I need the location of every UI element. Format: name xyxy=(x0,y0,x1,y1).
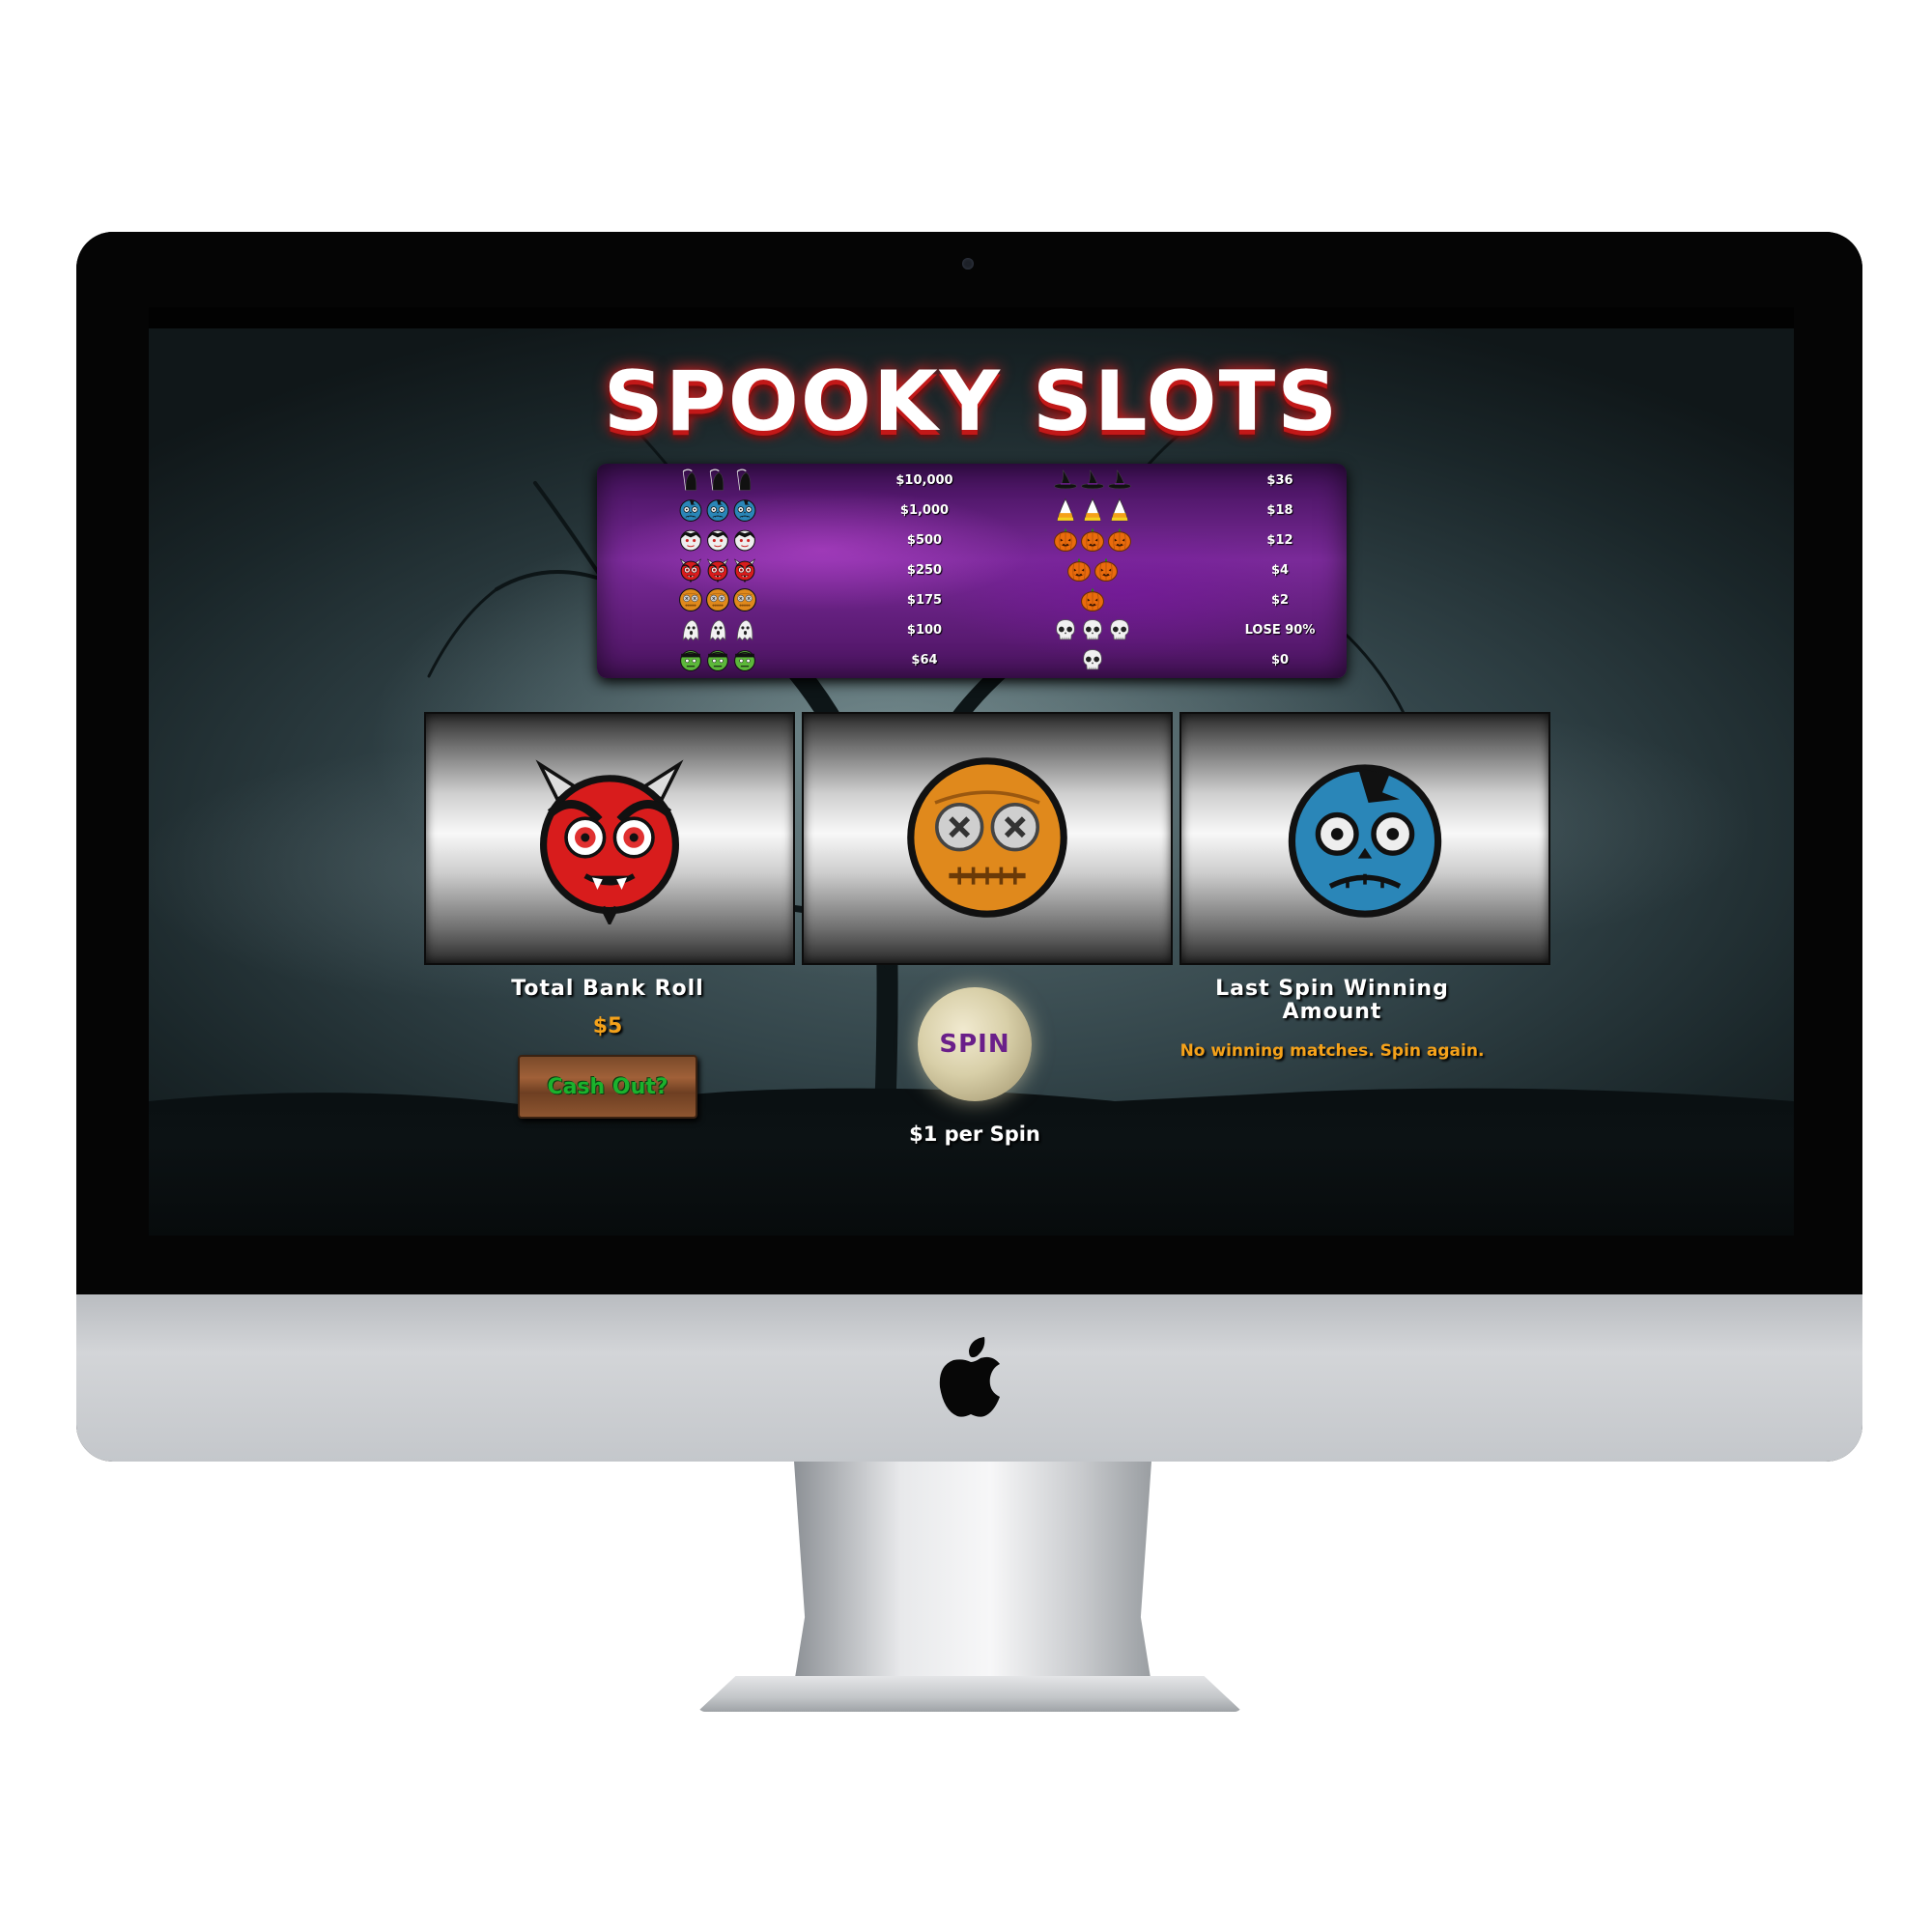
game-title: SPOOKY SLOTS xyxy=(603,354,1340,450)
paytable-row: $10,000 xyxy=(678,466,953,495)
last-spin-message: No winning matches. Spin again. xyxy=(1179,1041,1485,1061)
paytable-row: $12 xyxy=(1053,526,1343,554)
spin-label: SPIN xyxy=(939,1030,1010,1059)
witch-hat-icon xyxy=(1053,468,1078,493)
skull-icon xyxy=(1107,617,1132,642)
spin-cost-label: $1 per Spin xyxy=(909,1122,1040,1146)
payout-value: $4 xyxy=(1270,562,1290,578)
reel-1 xyxy=(424,712,795,965)
paytable-row: $4 xyxy=(1066,555,1343,584)
zombie-icon xyxy=(1273,751,1457,924)
voodoo-icon xyxy=(705,587,730,612)
frankenstein-icon xyxy=(705,647,730,672)
payout-value: $250 xyxy=(906,562,943,578)
paytable-row: $175 xyxy=(678,585,942,614)
paytable-row: $1,000 xyxy=(678,496,949,525)
payout-value: $36 xyxy=(1266,472,1293,488)
skull-icon xyxy=(1080,647,1105,672)
paytable-row: $18 xyxy=(1053,496,1343,525)
vampire-icon xyxy=(678,527,703,553)
payout-value: $500 xyxy=(906,532,943,548)
vampire-icon xyxy=(732,527,757,553)
paytable-row: $64 xyxy=(678,645,938,674)
witch-hat-icon xyxy=(1107,468,1132,493)
ground xyxy=(149,1101,1794,1236)
payout-value: LOSE 90% xyxy=(1244,622,1316,638)
pumpkin-icon xyxy=(1053,527,1078,553)
payout-value: $1,000 xyxy=(899,502,950,518)
vampire-icon xyxy=(705,527,730,553)
payout-value: $175 xyxy=(906,592,943,608)
payout-value: $100 xyxy=(906,622,943,638)
voodoo-icon xyxy=(678,587,703,612)
paytable-row: LOSE 90% xyxy=(1053,615,1343,644)
payout-value: $64 xyxy=(911,652,938,668)
paytable-row: $2 xyxy=(1080,585,1343,614)
pumpkin-icon xyxy=(1080,587,1105,612)
candy-corn-icon xyxy=(1080,497,1105,523)
candy-corn-icon xyxy=(1107,497,1132,523)
payout-value: $12 xyxy=(1266,532,1293,548)
cash-out-button[interactable]: Cash Out? xyxy=(518,1055,697,1119)
zombie-icon xyxy=(678,497,703,523)
game-area: SPOOKY SLOTS $10,000 $1,000 $500 $250 $1… xyxy=(149,328,1794,1236)
reaper-icon xyxy=(705,468,730,493)
pumpkin-icon xyxy=(1066,557,1092,582)
camera-icon xyxy=(962,258,974,270)
last-spin-label-line-2: Amount xyxy=(1282,1000,1382,1024)
reel-2 xyxy=(802,712,1173,965)
monitor-base xyxy=(697,1676,1242,1712)
ghost-icon xyxy=(678,617,703,642)
witch-hat-icon xyxy=(1080,468,1105,493)
skull-icon xyxy=(1053,617,1078,642)
payout-value: $2 xyxy=(1270,592,1290,608)
reel-3 xyxy=(1179,712,1550,965)
frankenstein-icon xyxy=(732,647,757,672)
cash-out-label: Cash Out? xyxy=(547,1074,668,1099)
screen: SPOOKY SLOTS $10,000 $1,000 $500 $250 $1… xyxy=(149,307,1794,1236)
devil-icon xyxy=(732,557,757,582)
apple-logo-icon xyxy=(939,1337,1000,1417)
pumpkin-icon xyxy=(1080,527,1105,553)
last-spin-label: Last Spin Winning Amount xyxy=(1178,978,1487,1024)
voodoo-icon xyxy=(895,751,1079,924)
devil-icon xyxy=(678,557,703,582)
pumpkin-icon xyxy=(1107,527,1132,553)
paytable-row: $0 xyxy=(1080,645,1343,674)
skull-icon xyxy=(1080,617,1105,642)
reaper-icon xyxy=(678,468,703,493)
monitor-stand xyxy=(794,1462,1151,1684)
paytable: $10,000 $1,000 $500 $250 $175 $100 $64 $… xyxy=(597,464,1347,678)
zombie-icon xyxy=(705,497,730,523)
spin-button[interactable]: SPIN xyxy=(918,987,1032,1101)
pumpkin-icon xyxy=(1094,557,1119,582)
payout-value: $10,000 xyxy=(895,472,953,488)
paytable-row: $500 xyxy=(678,526,942,554)
candy-corn-icon xyxy=(1053,497,1078,523)
ghost-icon xyxy=(732,617,757,642)
paytable-row: $100 xyxy=(678,615,942,644)
devil-icon xyxy=(705,557,730,582)
frankenstein-icon xyxy=(678,647,703,672)
reaper-icon xyxy=(732,468,757,493)
payout-value: $0 xyxy=(1270,652,1290,668)
payout-value: $18 xyxy=(1266,502,1293,518)
zombie-icon xyxy=(732,497,757,523)
devil-icon xyxy=(518,751,701,924)
paytable-row: $36 xyxy=(1053,466,1343,495)
ghost-icon xyxy=(705,617,730,642)
paytable-row: $250 xyxy=(678,555,942,584)
bank-roll-label: Total Bank Roll xyxy=(511,977,704,1001)
bank-roll-value: $5 xyxy=(592,1014,623,1038)
last-spin-label-line-1: Last Spin Winning xyxy=(1215,977,1449,1001)
voodoo-icon xyxy=(732,587,757,612)
